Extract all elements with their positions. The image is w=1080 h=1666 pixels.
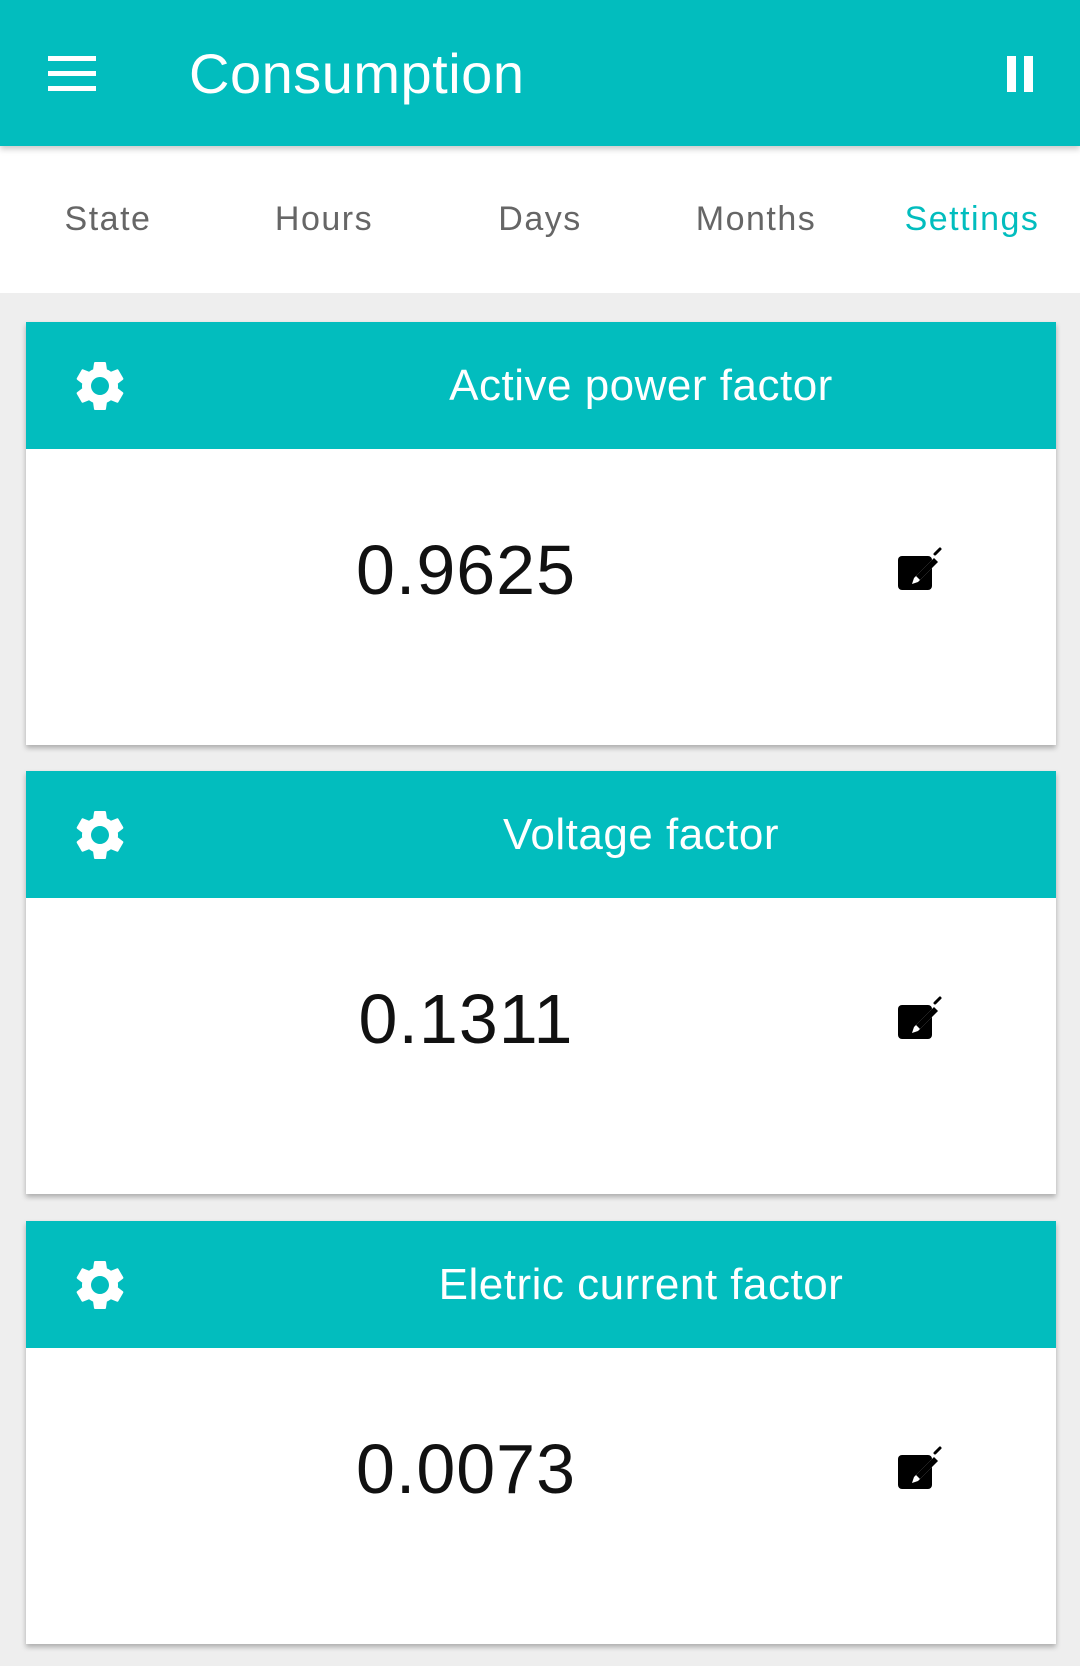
tab-days[interactable]: Days [432,146,648,293]
tab-bar: State Hours Days Months Settings [0,146,1080,293]
tab-months[interactable]: Months [648,146,864,293]
page-title: Consumption [189,42,525,105]
factor-value: 0.9625 [355,531,577,609]
card-title: Eletric current factor [438,1260,844,1309]
factor-value: 0.1311 [358,980,574,1058]
edit-icon[interactable] [892,1443,944,1495]
card-header: Active power factor [26,322,1056,449]
app-bar: Consumption [0,0,1080,146]
card-header: Voltage factor [26,771,1056,898]
factor-value: 0.0073 [355,1430,577,1508]
card-title: Active power factor [449,361,833,410]
edit-icon[interactable] [892,544,944,596]
gear-icon [70,356,130,416]
pause-icon[interactable] [996,50,1044,98]
edit-icon[interactable] [892,993,944,1045]
gear-icon [70,1255,130,1315]
tab-state[interactable]: State [0,146,216,293]
menu-icon[interactable] [44,46,100,102]
gear-icon [70,805,130,865]
card-title: Voltage factor [502,810,780,859]
settings-card-eletric-current-factor: Eletric current factor 0.0073 [26,1221,1056,1644]
settings-card-active-power-factor: Active power factor 0.9625 [26,322,1056,745]
card-header: Eletric current factor [26,1221,1056,1348]
tab-settings[interactable]: Settings [864,146,1080,293]
tab-hours[interactable]: Hours [216,146,432,293]
settings-card-voltage-factor: Voltage factor 0.1311 [26,771,1056,1194]
